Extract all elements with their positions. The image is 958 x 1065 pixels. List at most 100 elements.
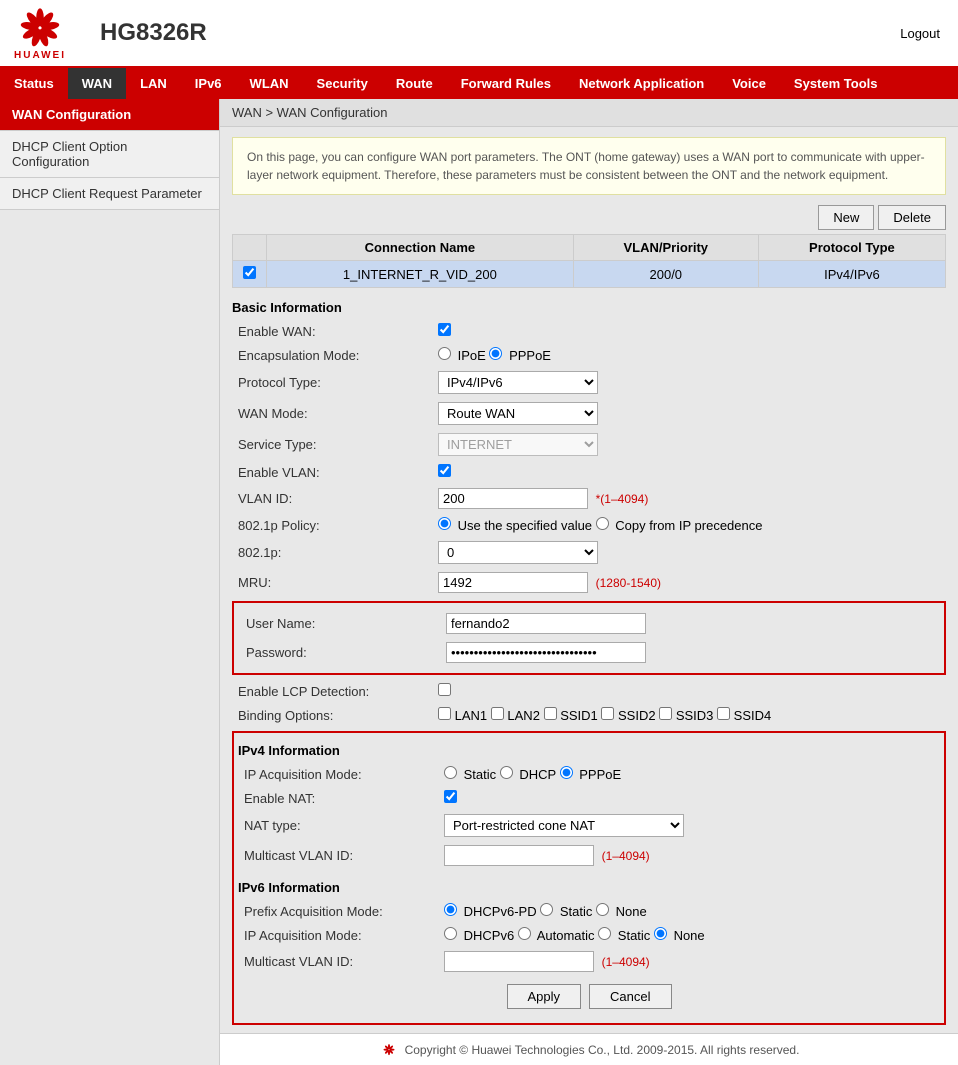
nav-item-network-application[interactable]: Network Application bbox=[565, 68, 718, 99]
col-checkbox bbox=[233, 235, 267, 261]
ssid2-option[interactable]: SSID2 bbox=[601, 708, 655, 723]
ipv6-automatic-radio[interactable] bbox=[518, 927, 531, 940]
lcp-binding-table: Enable LCP Detection: Binding Options: L… bbox=[232, 679, 946, 727]
delete-button[interactable]: Delete bbox=[878, 205, 946, 230]
ipv6-dhcpv6-radio[interactable] bbox=[444, 927, 457, 940]
form-area: Basic Information Enable WAN: Encapsulat… bbox=[232, 296, 946, 1025]
info-box: On this page, you can configure WAN port… bbox=[232, 137, 946, 195]
ipv6-multicast-row: Multicast VLAN ID: (1–4094) bbox=[238, 947, 940, 976]
ipv6-none-radio[interactable] bbox=[654, 927, 667, 940]
ssid3-checkbox[interactable] bbox=[659, 707, 672, 720]
service-type-row: Service Type: INTERNET bbox=[232, 429, 946, 460]
ssid3-option[interactable]: SSID3 bbox=[659, 708, 713, 723]
protocol-type-row: Protocol Type: IPv4/IPv6 bbox=[232, 367, 946, 398]
lan1-checkbox[interactable] bbox=[438, 707, 451, 720]
ip-acq-row: IP Acquisition Mode: Static DHCP PPPoE bbox=[238, 762, 940, 786]
nav-item-wan[interactable]: WAN bbox=[68, 68, 126, 99]
sidebar-item-dhcp-request[interactable]: DHCP Client Request Parameter bbox=[0, 178, 219, 210]
policy-specified-radio[interactable] bbox=[438, 517, 451, 530]
username-input[interactable]: fernando2 bbox=[446, 613, 646, 634]
prefix-dhcpv6pd-label: DHCPv6-PD bbox=[464, 904, 537, 919]
nav-item-voice[interactable]: Voice bbox=[718, 68, 780, 99]
ssid4-option[interactable]: SSID4 bbox=[717, 708, 771, 723]
encap-ipoe-label: IPoE bbox=[458, 348, 486, 363]
nav-item-status[interactable]: Status bbox=[0, 68, 68, 99]
ipv6-multicast-input[interactable] bbox=[444, 951, 594, 972]
nat-type-label: NAT type: bbox=[238, 810, 438, 841]
ipv6-dhcpv6-label: DHCPv6 bbox=[464, 928, 515, 943]
vlan-id-input[interactable]: 200 bbox=[438, 488, 588, 509]
ipv6-static-label: Static bbox=[618, 928, 651, 943]
policy-copy-label: Copy from IP precedence bbox=[615, 518, 762, 533]
ipv4-multicast-input[interactable] bbox=[444, 845, 594, 866]
apply-button[interactable]: Apply bbox=[507, 984, 582, 1009]
ipv4-title: IPv4 Information bbox=[238, 739, 940, 762]
nav-item-lan[interactable]: LAN bbox=[126, 68, 181, 99]
footer-logo-icon bbox=[379, 1042, 399, 1057]
wan-mode-select[interactable]: Route WAN Bridge WAN bbox=[438, 402, 598, 425]
mru-input[interactable]: 1492 bbox=[438, 572, 588, 593]
nav-item-ipv6[interactable]: IPv6 bbox=[181, 68, 236, 99]
new-button[interactable]: New bbox=[818, 205, 874, 230]
prefix-none-radio[interactable] bbox=[596, 903, 609, 916]
8021p-val-select[interactable]: 0 bbox=[438, 541, 598, 564]
nat-type-select[interactable]: Port-restricted cone NAT Full cone NAT A… bbox=[444, 814, 684, 837]
basic-info-table: Enable WAN: Encapsulation Mode: IPoE PPP… bbox=[232, 319, 946, 597]
ssid1-option[interactable]: SSID1 bbox=[544, 708, 598, 723]
encap-pppoe-radio[interactable] bbox=[489, 347, 502, 360]
encapsulation-label: Encapsulation Mode: bbox=[232, 343, 432, 367]
password-label: Password: bbox=[240, 638, 440, 667]
nav-item-system-tools[interactable]: System Tools bbox=[780, 68, 892, 99]
nav-item-wlan[interactable]: WLAN bbox=[236, 68, 303, 99]
sidebar-item-wan-configuration[interactable]: WAN Configuration bbox=[0, 99, 219, 131]
cancel-button[interactable]: Cancel bbox=[589, 984, 671, 1009]
mru-label: MRU: bbox=[232, 568, 432, 597]
ipacq-pppoe-radio[interactable] bbox=[560, 766, 573, 779]
nav-item-route[interactable]: Route bbox=[382, 68, 447, 99]
nav-item-forward-rules[interactable]: Forward Rules bbox=[447, 68, 565, 99]
ssid4-checkbox[interactable] bbox=[717, 707, 730, 720]
nav-item-security[interactable]: Security bbox=[303, 68, 382, 99]
ipacq-dhcp-radio[interactable] bbox=[500, 766, 513, 779]
enable-nat-row: Enable NAT: bbox=[238, 786, 940, 810]
prefix-static-label: Static bbox=[560, 904, 593, 919]
footer: Copyright © Huawei Technologies Co., Ltd… bbox=[220, 1033, 958, 1065]
wan-table: Connection Name VLAN/Priority Protocol T… bbox=[232, 234, 946, 288]
ipv6-static-radio[interactable] bbox=[598, 927, 611, 940]
enable-wan-checkbox[interactable] bbox=[438, 323, 451, 336]
lan2-checkbox[interactable] bbox=[491, 707, 504, 720]
lan1-option[interactable]: LAN1 bbox=[438, 708, 487, 723]
ipv6-acq-row: IP Acquisition Mode: DHCPv6 Automatic St… bbox=[238, 923, 940, 947]
enable-vlan-checkbox[interactable] bbox=[438, 464, 451, 477]
enable-nat-checkbox[interactable] bbox=[444, 790, 457, 803]
lan2-option[interactable]: LAN2 bbox=[491, 708, 540, 723]
ipv6-title: IPv6 Information bbox=[238, 876, 940, 899]
binding-options-cell: LAN1 LAN2 SSID1 SSID2 SSID3 SSID4 bbox=[432, 703, 946, 727]
vlan-id-hint: *(1–4094) bbox=[596, 492, 649, 506]
ip-acq-label: IP Acquisition Mode: bbox=[238, 762, 438, 786]
binding-options-label: Binding Options: bbox=[232, 703, 432, 727]
ssid1-checkbox[interactable] bbox=[544, 707, 557, 720]
table-row[interactable]: 1_INTERNET_R_VID_200 200/0 IPv4/IPv6 bbox=[233, 261, 946, 288]
logout-button[interactable]: Logout bbox=[892, 23, 948, 44]
policy-copy-radio[interactable] bbox=[596, 517, 609, 530]
enable-lcp-checkbox[interactable] bbox=[438, 683, 451, 696]
prefix-static-radio[interactable] bbox=[540, 903, 553, 916]
ipv4-multicast-hint: (1–4094) bbox=[602, 849, 650, 863]
ipv4-multicast-row: Multicast VLAN ID: (1–4094) bbox=[238, 841, 940, 870]
service-type-select[interactable]: INTERNET bbox=[438, 433, 598, 456]
prefix-acq-label: Prefix Acquisition Mode: bbox=[238, 899, 438, 923]
ipacq-static-radio[interactable] bbox=[444, 766, 457, 779]
protocol-type-label: Protocol Type: bbox=[232, 367, 432, 398]
encap-ipoe-radio[interactable] bbox=[438, 347, 451, 360]
ipacq-dhcp-label: DHCP bbox=[519, 767, 556, 782]
protocol-type-select[interactable]: IPv4/IPv6 bbox=[438, 371, 598, 394]
ssid2-checkbox[interactable] bbox=[601, 707, 614, 720]
wan-mode-row: WAN Mode: Route WAN Bridge WAN bbox=[232, 398, 946, 429]
8021p-val-row: 802.1p: 0 bbox=[232, 537, 946, 568]
sidebar-item-dhcp-option[interactable]: DHCP Client Option Configuration bbox=[0, 131, 219, 178]
row-checkbox[interactable] bbox=[243, 266, 256, 279]
password-input[interactable] bbox=[446, 642, 646, 663]
breadcrumb: WAN > WAN Configuration bbox=[220, 99, 958, 127]
prefix-dhcpv6pd-radio[interactable] bbox=[444, 903, 457, 916]
